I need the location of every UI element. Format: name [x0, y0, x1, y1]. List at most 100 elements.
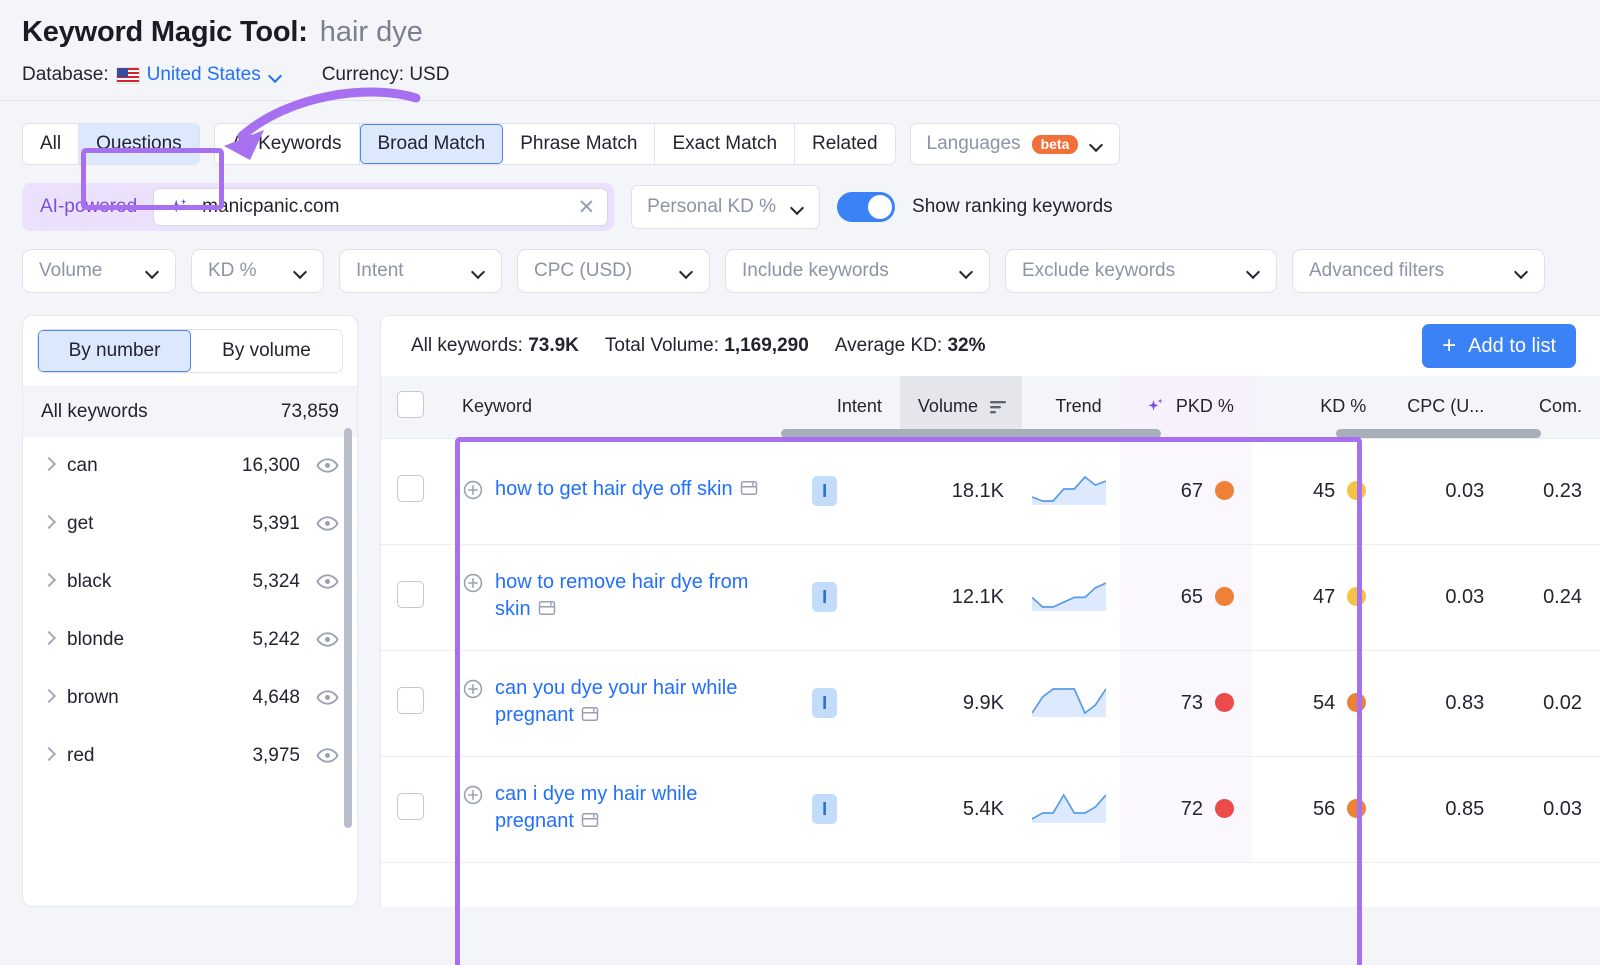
eye-icon[interactable]: [316, 686, 339, 709]
sidebar-item-can[interactable]: can16,300: [23, 437, 357, 495]
keyword-link[interactable]: can i dye my hair while pregnant: [495, 781, 776, 838]
all-keywords-label: All keywords: [41, 401, 148, 423]
row-checkbox[interactable]: [397, 475, 424, 502]
filter-exclude-keywords[interactable]: Exclude keywords: [1005, 249, 1277, 293]
serp-features-icon[interactable]: [580, 810, 600, 838]
pkd-cell: 73: [1120, 650, 1252, 756]
sidebar-item-label: blonde: [67, 629, 252, 651]
table-row[interactable]: can you dye your hair while pregnantI9.9…: [381, 650, 1600, 756]
filter-intent[interactable]: Intent: [339, 249, 502, 293]
chevron-right-icon[interactable]: [41, 746, 67, 766]
cpc-cell: 0.85: [1384, 756, 1502, 862]
chevron-right-icon[interactable]: [41, 688, 67, 708]
keyword-link[interactable]: how to remove hair dye from skin: [495, 569, 776, 626]
keyword-link[interactable]: can you dye your hair while pregnant: [495, 675, 776, 732]
trend-cell: [1022, 544, 1120, 650]
filter-row: Volume KD % Intent CPC (USD) Include key…: [22, 249, 1578, 293]
kd-status-dot: [1347, 693, 1366, 712]
chevron-right-icon[interactable]: [41, 630, 67, 650]
show-ranking-keywords-toggle[interactable]: [837, 192, 895, 222]
domain-input[interactable]: manicpanic.com ✕: [153, 188, 608, 226]
intent-badge: I: [812, 582, 837, 612]
close-icon[interactable]: ✕: [578, 197, 596, 218]
add-to-list-button[interactable]: + Add to list: [1422, 324, 1576, 368]
eye-icon[interactable]: [316, 570, 339, 593]
row-checkbox[interactable]: [397, 581, 424, 608]
table-row[interactable]: how to remove hair dye from skinI12.1K65…: [381, 544, 1600, 650]
sidebar-item-red[interactable]: red3,975: [23, 727, 357, 785]
table-hscroll-thumb-right[interactable]: [1336, 429, 1541, 438]
sidebar-item-label: can: [67, 455, 242, 477]
add-keyword-icon[interactable]: [462, 572, 484, 600]
chevron-down-icon: [268, 68, 282, 82]
languages-dropdown[interactable]: Languages beta: [910, 123, 1121, 165]
table-horizontal-scrollbar[interactable]: [381, 429, 1600, 438]
filter-advanced[interactable]: Advanced filters: [1292, 249, 1545, 293]
chevron-down-icon: [1514, 264, 1528, 278]
table-row[interactable]: how to get hair dye off skinI18.1K67450.…: [381, 438, 1600, 544]
chevron-down-icon: [293, 264, 307, 278]
select-all-checkbox[interactable]: [397, 391, 424, 418]
summary-all-keywords: All keywords: 73.9K: [411, 335, 579, 357]
serp-features-icon[interactable]: [739, 478, 759, 506]
sort-descending-icon: [990, 400, 1008, 414]
sidebar-group-list: can16,300get5,391black5,324blonde5,242br…: [23, 437, 357, 785]
summary-average-kd-value: 32%: [947, 335, 985, 356]
segment-by-number[interactable]: By number: [38, 330, 191, 372]
kd-status-dot: [1347, 481, 1366, 500]
tab-exact-match[interactable]: Exact Match: [655, 124, 795, 164]
table-hscroll-thumb-left[interactable]: [781, 429, 1161, 438]
add-keyword-icon[interactable]: [462, 678, 484, 706]
sidebar-item-get[interactable]: get5,391: [23, 495, 357, 553]
database-selector[interactable]: Database: United States: [22, 64, 282, 86]
summary-average-kd: Average KD: 32%: [835, 335, 986, 357]
tab-related[interactable]: Related: [795, 124, 895, 164]
eye-icon[interactable]: [316, 512, 339, 535]
kd-cell: 45: [1252, 438, 1384, 544]
sidebar-item-all-keywords[interactable]: All keywords 73,859: [23, 386, 357, 437]
filter-include-keywords[interactable]: Include keywords: [725, 249, 990, 293]
tab-questions[interactable]: Questions: [79, 124, 199, 164]
tab-all[interactable]: All: [23, 124, 79, 164]
filter-volume[interactable]: Volume: [22, 249, 176, 293]
eye-icon[interactable]: [316, 454, 339, 477]
page-title: Keyword Magic Tool: hair dye: [22, 16, 1578, 49]
chevron-right-icon[interactable]: [41, 514, 67, 534]
intent-badge: I: [812, 794, 837, 824]
eye-icon[interactable]: [316, 628, 339, 651]
serp-features-icon[interactable]: [580, 704, 600, 732]
kd-cell: 47: [1252, 544, 1384, 650]
volume-cell: 18.1K: [900, 438, 1022, 544]
chevron-down-icon: [1246, 264, 1260, 278]
sidebar-item-count: 16,300: [242, 455, 300, 477]
kd-status-dot: [1347, 587, 1366, 606]
segment-by-volume[interactable]: By volume: [191, 330, 342, 372]
filter-kd[interactable]: KD %: [191, 249, 324, 293]
sidebar-scrollbar-thumb[interactable]: [344, 428, 352, 828]
chevron-right-icon[interactable]: [41, 572, 67, 592]
filter-cpc[interactable]: CPC (USD): [517, 249, 710, 293]
table-row[interactable]: can i dye my hair while pregnantI5.4K725…: [381, 756, 1600, 862]
row-checkbox[interactable]: [397, 687, 424, 714]
row-checkbox[interactable]: [397, 793, 424, 820]
personal-kd-dropdown[interactable]: Personal KD %: [631, 185, 820, 229]
sidebar-item-blonde[interactable]: blonde5,242: [23, 611, 357, 669]
sidebar-item-black[interactable]: black5,324: [23, 553, 357, 611]
tab-all-keywords[interactable]: All Keywords: [215, 124, 360, 164]
sidebar-item-brown[interactable]: brown4,648: [23, 669, 357, 727]
tab-phrase-match[interactable]: Phrase Match: [503, 124, 655, 164]
sidebar-scrollbar[interactable]: [344, 402, 352, 896]
chevron-down-icon: [959, 264, 973, 278]
serp-features-icon[interactable]: [537, 598, 557, 626]
keyword-groups-sidebar: By number By volume All keywords 73,859 …: [22, 315, 358, 907]
chevron-right-icon[interactable]: [41, 456, 67, 476]
chevron-down-icon: [679, 264, 693, 278]
sidebar-item-label: get: [67, 513, 252, 535]
com-cell: 0.03: [1502, 756, 1600, 862]
add-keyword-icon[interactable]: [462, 784, 484, 812]
add-keyword-icon[interactable]: [462, 479, 484, 507]
tab-broad-match[interactable]: Broad Match: [360, 124, 504, 164]
trend-cell: [1022, 650, 1120, 756]
eye-icon[interactable]: [316, 744, 339, 767]
keyword-link[interactable]: how to get hair dye off skin: [495, 476, 759, 506]
